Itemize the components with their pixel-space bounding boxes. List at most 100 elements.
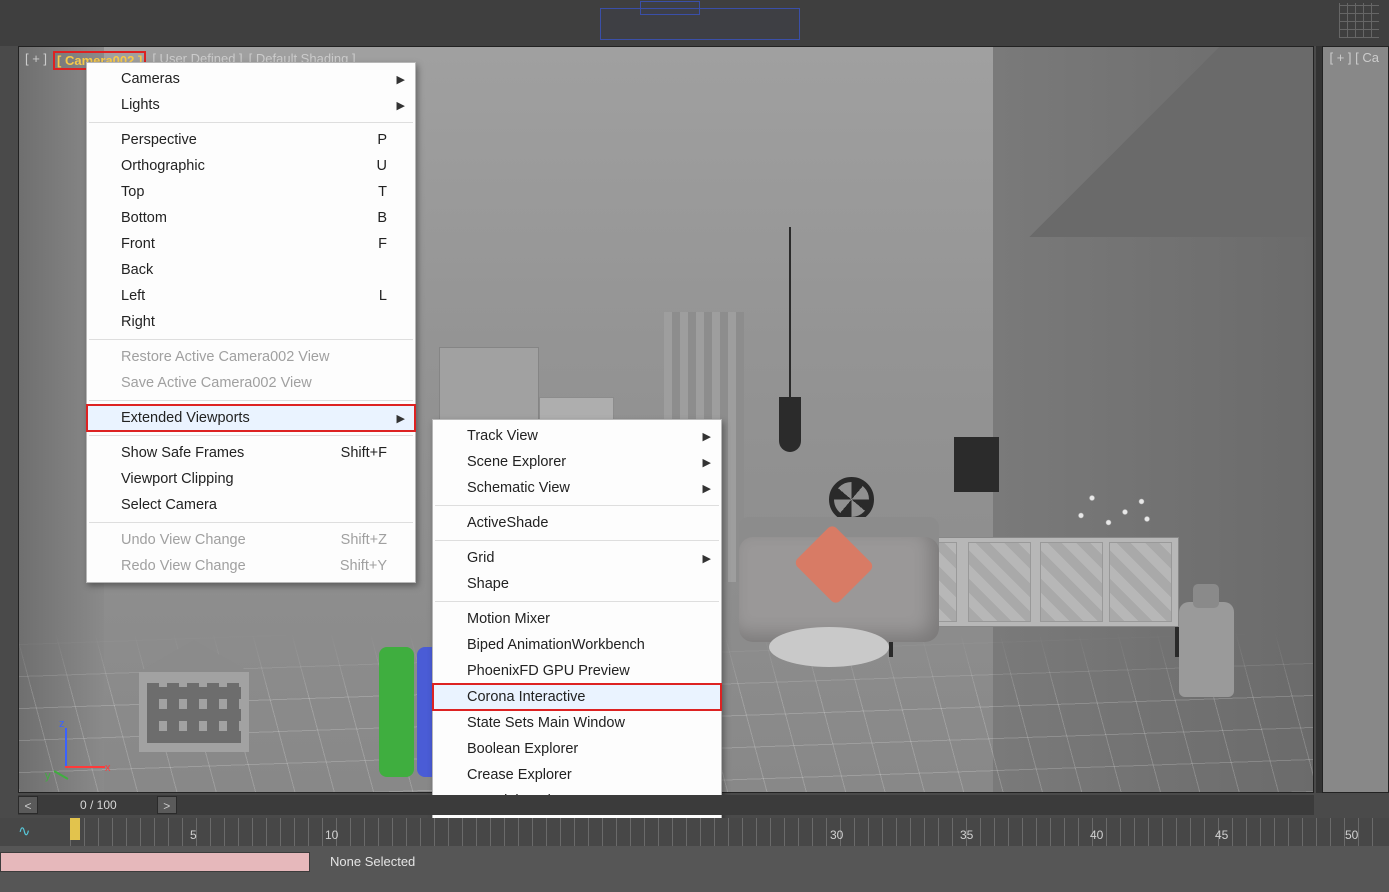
submenu-arrow-icon: ▶ — [397, 73, 405, 86]
scene-ceiling — [873, 47, 1313, 237]
submenu-phoenixfd[interactable]: PhoenixFD GPU Preview — [433, 658, 721, 684]
menu-orthographic-label: Orthographic — [121, 158, 205, 174]
ruler-number: 10 — [325, 828, 338, 842]
submenu-shape[interactable]: Shape — [433, 571, 721, 597]
menu-separator — [89, 400, 413, 401]
menu-redo-view: Redo View Change Shift+Y — [87, 553, 415, 579]
submenu-boolean-explorer[interactable]: Boolean Explorer — [433, 736, 721, 762]
ruler-ticks — [70, 818, 1379, 846]
submenu-biped-workbench[interactable]: Biped AnimationWorkbench — [433, 632, 721, 658]
extended-viewports-submenu: Track View ▶ Scene Explorer▶ Schematic Vi… — [432, 419, 722, 844]
menu-safe-frames[interactable]: Show Safe Frames Shift+F — [87, 440, 415, 466]
submenu-motion-mixer[interactable]: Motion Mixer — [433, 606, 721, 632]
viewport-context-menu: Cameras ▶ Lights ▶ PerspectiveP Orthograph… — [86, 62, 416, 583]
submenu-arrow-icon: ▶ — [397, 99, 405, 112]
scene-milk-can — [1179, 602, 1234, 697]
top-strip — [0, 0, 1389, 46]
menu-cameras[interactable]: Cameras ▶ — [87, 66, 415, 92]
menu-bottom[interactable]: BottomB — [87, 205, 415, 231]
submenu-state-sets[interactable]: State Sets Main Window — [433, 710, 721, 736]
submenu-corona-interactive[interactable]: Corona Interactive — [433, 684, 721, 710]
timeline-prev-button[interactable]: < — [18, 796, 38, 814]
ruler-number: 30 — [830, 828, 843, 842]
submenu-state-sets-label: State Sets Main Window — [467, 715, 625, 731]
menu-save-camera-label: Save Active Camera002 View — [121, 375, 312, 391]
audio-wave-icon[interactable]: ∿ — [18, 822, 31, 840]
timeline-frame-display: 0 / 100 — [40, 798, 157, 812]
ruler-number: 5 — [190, 828, 197, 842]
submenu-crease-explorer[interactable]: Crease Explorer — [433, 762, 721, 788]
submenu-arrow-icon: ▶ — [703, 430, 711, 443]
scene-flowers — [1059, 477, 1169, 547]
submenu-motion-mixer-label: Motion Mixer — [467, 611, 550, 627]
submenu-boolean-explorer-label: Boolean Explorer — [467, 741, 578, 757]
menu-safe-frames-label: Show Safe Frames — [121, 445, 244, 461]
menu-shortcut: Shift+F — [341, 445, 387, 461]
submenu-grid[interactable]: Grid ▶ — [433, 545, 721, 571]
menu-separator — [89, 522, 413, 523]
ruler-number: 40 — [1090, 828, 1103, 842]
viewport-secondary[interactable] — [1322, 46, 1389, 793]
submenu-corona-interactive-label: Corona Interactive — [467, 689, 585, 705]
menu-back[interactable]: Back — [87, 257, 415, 283]
timeline-next-button[interactable]: > — [157, 796, 177, 814]
submenu-arrow-icon: ▶ — [397, 412, 405, 425]
viewport-label-plus[interactable]: [ + ] — [25, 51, 47, 70]
scene-coffee-table — [769, 627, 889, 667]
selection-status: None Selected — [330, 854, 415, 869]
timeline-bar[interactable]: < 0 / 100 > — [18, 795, 1314, 815]
ruler-number: 45 — [1215, 828, 1228, 842]
ruler-number: 35 — [960, 828, 973, 842]
submenu-arrow-icon: ▶ — [703, 552, 711, 565]
menu-restore-camera: Restore Active Camera002 View — [87, 344, 415, 370]
menu-redo-view-label: Redo View Change — [121, 558, 246, 574]
menu-select-camera[interactable]: Select Camera — [87, 492, 415, 518]
submenu-activeshade[interactable]: ActiveShade — [433, 510, 721, 536]
menu-lights[interactable]: Lights ▶ — [87, 92, 415, 118]
submenu-schematic-view-label: Schematic View — [467, 480, 570, 496]
menu-orthographic[interactable]: OrthographicU — [87, 153, 415, 179]
menu-lights-label: Lights — [121, 97, 160, 113]
menu-extended-viewports[interactable]: Extended Viewports ▶ — [87, 405, 415, 431]
menu-right-label: Right — [121, 314, 155, 330]
time-marker[interactable] — [70, 818, 80, 840]
scene-lamp-cord — [789, 227, 791, 407]
ruler-number: 50 — [1345, 828, 1358, 842]
scene-house-windows — [147, 683, 241, 743]
grid-icon[interactable] — [1339, 3, 1379, 38]
menu-separator — [435, 601, 719, 602]
submenu-grid-label: Grid — [467, 550, 494, 566]
viewport2-label[interactable]: [ + ] [ Ca — [1330, 50, 1380, 65]
menu-shortcut: Shift+Y — [340, 558, 387, 574]
menu-viewport-clipping-label: Viewport Clipping — [121, 471, 234, 487]
menu-top[interactable]: TopT — [87, 179, 415, 205]
menu-left[interactable]: LeftL — [87, 283, 415, 309]
menu-right[interactable]: Right — [87, 309, 415, 335]
submenu-shape-label: Shape — [467, 576, 509, 592]
menu-separator — [435, 505, 719, 506]
axis-gizmo: z x y — [49, 720, 109, 780]
submenu-schematic-view[interactable]: Schematic View▶ — [433, 475, 721, 501]
menu-separator — [89, 435, 413, 436]
blueprint-shape — [640, 1, 700, 15]
menu-shortcut: T — [378, 184, 387, 200]
menu-save-camera: Save Active Camera002 View — [87, 370, 415, 396]
menu-undo-view: Undo View ChangeShift+Z — [87, 527, 415, 553]
menu-viewport-clipping[interactable]: Viewport Clipping — [87, 466, 415, 492]
menu-perspective-label: Perspective — [121, 132, 197, 148]
maxscript-mini-listener[interactable] — [0, 852, 310, 872]
submenu-scene-explorer[interactable]: Scene Explorer▶ — [433, 449, 721, 475]
menu-undo-view-label: Undo View Change — [121, 532, 246, 548]
menu-perspective[interactable]: PerspectiveP — [87, 127, 415, 153]
blueprint-shape — [600, 8, 800, 40]
menu-shortcut: B — [377, 210, 387, 226]
menu-select-camera-label: Select Camera — [121, 497, 217, 513]
time-ruler[interactable]: ∿ 5 10 30 35 40 45 50 — [0, 818, 1389, 846]
submenu-track-view-label: Track View — [467, 428, 538, 444]
menu-extended-viewports-label: Extended Viewports — [121, 410, 250, 426]
menu-separator — [89, 122, 413, 123]
submenu-track-view[interactable]: Track View ▶ — [433, 423, 721, 449]
scene-pendant-lamp — [779, 397, 801, 452]
menu-front[interactable]: FrontF — [87, 231, 415, 257]
menu-cameras-label: Cameras — [121, 71, 180, 87]
